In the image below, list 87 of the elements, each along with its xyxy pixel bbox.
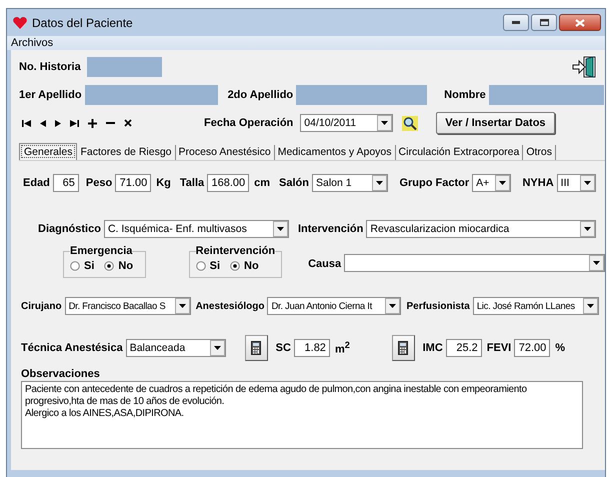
calculator-button[interactable] — [244, 335, 268, 361]
group-title: Reintervención — [196, 245, 276, 257]
dropdown[interactable] — [344, 254, 605, 272]
minimize-icon — [512, 21, 520, 24]
heart-icon — [13, 16, 27, 28]
radio-icon — [196, 260, 206, 270]
field-label: Nombre — [444, 89, 486, 101]
dropdown[interactable]: Revascularizacion miocardica — [366, 220, 596, 238]
field-label: Fecha Operación — [204, 117, 294, 129]
calculator-button[interactable] — [392, 335, 415, 361]
unit-label: cm — [254, 177, 270, 189]
text-field[interactable] — [86, 57, 162, 77]
field-label: 2do Apellido — [228, 89, 294, 101]
radio-option[interactable]: Si — [196, 260, 220, 272]
radio-option[interactable]: No — [230, 260, 259, 272]
field-label: Peso — [86, 177, 112, 189]
field-label: IMC — [422, 342, 443, 354]
dropdown[interactable]: Dr. Francisco Bacallao S — [64, 297, 191, 315]
field-label: Intervención — [298, 223, 364, 235]
dropdown[interactable]: Balanceada — [126, 339, 226, 357]
close-icon — [575, 18, 585, 26]
field-label: Perfusionista — [406, 300, 470, 312]
field-label: NYHA — [522, 177, 554, 189]
text-field[interactable] — [488, 85, 604, 105]
minimize-button[interactable] — [503, 14, 529, 31]
radio-icon — [104, 260, 114, 270]
close-button[interactable] — [559, 14, 601, 31]
calculator-icon — [398, 341, 408, 355]
radio-option[interactable]: Si — [70, 260, 94, 272]
radio-option[interactable]: No — [104, 260, 134, 272]
cancel-icon[interactable] — [124, 119, 132, 127]
next-record-icon[interactable] — [55, 120, 61, 126]
dropdown[interactable]: Dr. Juan Antonio Cierna It — [267, 297, 402, 315]
add-icon[interactable] — [88, 118, 97, 128]
text-field[interactable]: 71.00 — [115, 174, 152, 192]
unit-label: Kg — [156, 177, 171, 189]
field-label: SC — [276, 342, 291, 354]
radio-icon — [70, 260, 80, 270]
calculator-icon — [251, 341, 262, 355]
first-record-icon[interactable] — [22, 120, 31, 126]
field-label: Edad — [23, 177, 50, 189]
text-field[interactable]: 168.00 — [207, 174, 250, 192]
view-insert-button[interactable]: Ver / Insertar Datos — [436, 112, 555, 134]
window-title: Datos del Paciente — [32, 16, 133, 30]
field-label: Talla — [180, 177, 204, 189]
date-picker[interactable]: 04/10/2011 — [300, 114, 394, 132]
tab[interactable]: Circulación Extracorporea — [396, 145, 524, 160]
field-label: Salón — [279, 177, 309, 189]
maximize-button[interactable] — [531, 14, 557, 31]
text-field[interactable] — [296, 85, 428, 105]
exit-door-icon[interactable] — [571, 55, 597, 79]
unit-label: % — [555, 342, 566, 354]
previous-record-icon[interactable] — [40, 120, 46, 126]
observations-field[interactable]: Paciente con antecedente de cuadros a repetición de edema agudo de pulmon,con angina inestable con empeoramiento progresivo,hta de mas de 10 años de evolución. Alergico a los AINES,ASA,DIPIRONA. — [21, 381, 583, 449]
unit-label: m$^{2}$ — [334, 340, 350, 356]
field-label: Cirujano — [21, 300, 62, 312]
field-label: Diagnóstico — [38, 223, 101, 235]
text-field[interactable]: 25.2 — [446, 339, 482, 357]
radio-icon — [230, 260, 240, 270]
text-field[interactable]: 65 — [52, 174, 79, 192]
menu-item[interactable]: Archivos — [11, 37, 54, 49]
group-title: Emergencia — [70, 245, 132, 257]
text-field[interactable] — [84, 85, 218, 105]
text-field[interactable]: 1.82 — [294, 339, 330, 357]
field-label: FEVI — [486, 342, 512, 354]
remove-icon[interactable] — [106, 122, 115, 124]
dropdown[interactable]: A+ — [472, 174, 512, 192]
tab[interactable]: Proceso Anestésico — [176, 145, 275, 160]
tab[interactable]: Factores de Riesgo — [77, 145, 176, 160]
tab[interactable]: Otros — [523, 145, 556, 160]
field-label: Grupo Factor — [399, 177, 470, 189]
dropdown[interactable]: C. Isquémica- Enf. multivasos — [104, 220, 289, 238]
tab[interactable]: Medicamentos y Apoyos — [274, 145, 396, 160]
text-field[interactable]: 72.00 — [514, 339, 550, 357]
tab[interactable]: Generales — [19, 143, 78, 160]
field-label: Causa — [308, 258, 342, 270]
field-label: Observaciones — [21, 368, 101, 380]
last-record-icon[interactable] — [70, 120, 79, 126]
dropdown[interactable]: Lic. José Ramón LLanes — [472, 297, 599, 315]
field-label: Anestesiólogo — [196, 300, 264, 312]
dropdown[interactable]: Salon 1 — [312, 174, 388, 192]
field-label: Técnica Anestésica — [21, 342, 123, 354]
dropdown[interactable]: III — [556, 174, 596, 192]
search-icon[interactable] — [402, 116, 418, 130]
field-label: No. Historia — [19, 61, 81, 73]
restore-icon — [540, 19, 548, 26]
field-label: 1er Apellido — [19, 89, 82, 101]
